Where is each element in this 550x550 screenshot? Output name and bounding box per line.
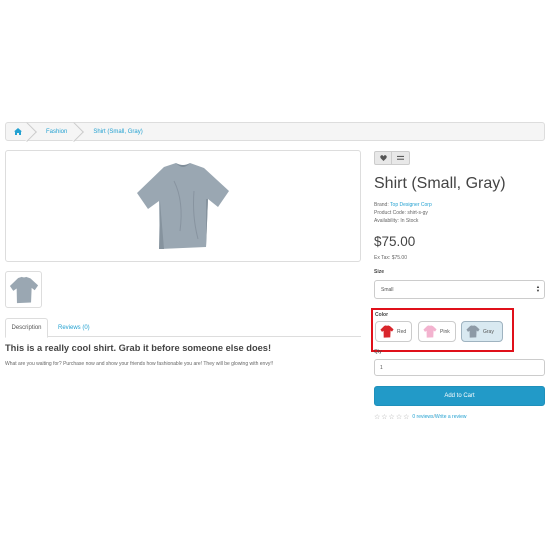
product-thumbnail[interactable] (5, 271, 42, 308)
home-icon (14, 128, 22, 135)
wishlist-button[interactable] (374, 151, 392, 165)
product-main-image[interactable] (5, 150, 361, 262)
size-label: Size (374, 269, 385, 275)
description-heading: This is a really cool shirt. Grab it bef… (5, 343, 272, 353)
reviews-count-link[interactable]: 0 reviews (412, 414, 433, 420)
gray-shirt-image (137, 163, 229, 249)
breadcrumb-label[interactable]: Fashion (46, 129, 67, 135)
product-code-label: Product Code: (374, 210, 406, 216)
color-option-red[interactable]: Red (375, 321, 412, 342)
product-info: Brand: Top Designer Corp Product Code: s… (374, 201, 432, 225)
breadcrumb-home[interactable] (6, 123, 30, 140)
tab-reviews[interactable]: Reviews (0) (48, 318, 98, 337)
qty-label: Qty (374, 349, 382, 355)
compare-icon (397, 155, 404, 160)
qty-value: 1 (380, 364, 383, 371)
compare-button[interactable] (392, 151, 410, 165)
color-option-label: Red (397, 328, 407, 335)
availability-row: Availability: In Stock (374, 217, 432, 225)
brand-link[interactable]: Top Designer Corp (390, 202, 432, 208)
product-title: Shirt (Small, Gray) (374, 175, 506, 192)
select-arrows-icon: ▲ ▼ (536, 284, 540, 293)
red-shirt-icon (380, 325, 394, 338)
breadcrumb: Fashion Shirt (Small, Gray) (5, 122, 545, 141)
rating-row: ☆☆☆☆☆ 0 reviews / Write a review (374, 413, 467, 421)
availability-value: In Stock (400, 218, 419, 224)
gray-shirt-icon (466, 325, 480, 338)
color-option-gray[interactable]: Gray (461, 321, 503, 342)
qty-input[interactable]: 1 (374, 359, 545, 376)
heart-icon (379, 155, 387, 161)
description-text: What are you waiting for? Purchase now a… (5, 361, 274, 367)
availability-label: Availability: (374, 218, 399, 224)
breadcrumb-label[interactable]: Shirt (Small, Gray) (93, 129, 142, 135)
gray-shirt-thumbnail (9, 276, 38, 303)
pink-shirt-icon (423, 325, 437, 338)
breadcrumb-item-product[interactable]: Shirt (Small, Gray) (77, 123, 152, 140)
color-option-label: Pink (440, 328, 450, 335)
size-select-value: Small (381, 286, 394, 293)
brand-label: Brand: (374, 202, 389, 208)
color-label: Color (375, 312, 389, 318)
color-option-pink[interactable]: Pink (418, 321, 456, 342)
product-price: $75.00 (374, 234, 416, 249)
brand-row: Brand: Top Designer Corp (374, 201, 432, 209)
product-code-value: shirt-s-gy (407, 210, 428, 216)
product-action-buttons (374, 151, 410, 165)
product-tabs: Description Reviews (0) (5, 318, 361, 338)
tab-description[interactable]: Description (5, 318, 48, 338)
write-review-link[interactable]: Write a review (435, 414, 467, 420)
color-option-label: Gray (483, 328, 494, 335)
product-code-row: Product Code: shirt-s-gy (374, 209, 432, 217)
size-select[interactable]: Small ▲ ▼ (374, 280, 545, 299)
add-to-cart-button[interactable]: Add to Cart (374, 386, 545, 406)
ex-tax-price: Ex Tax: $75.00 (374, 255, 407, 261)
star-icon: ☆☆☆☆☆ (374, 414, 411, 421)
